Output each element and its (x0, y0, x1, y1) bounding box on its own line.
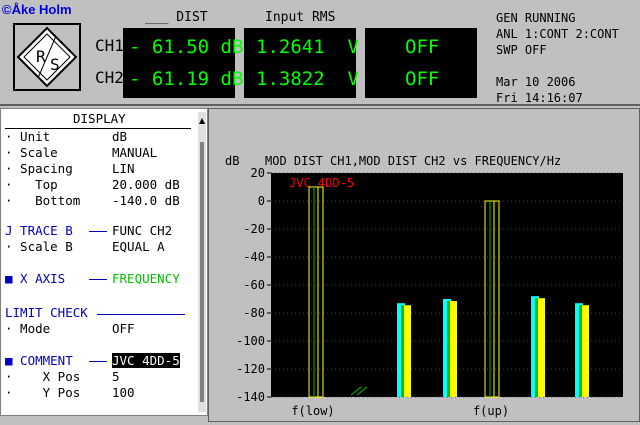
status-line: SWP OFF (496, 43, 547, 57)
y-tick-label: -40 (243, 250, 265, 264)
chart-annotation: JVC 4DD-5 (289, 176, 354, 190)
display-row-value[interactable]: 5 (112, 369, 120, 384)
bar-ch2-shade (401, 305, 404, 397)
display-row[interactable]: ■ X AXIS (5, 271, 65, 286)
y-tick-label: 20 (251, 166, 265, 180)
dist-header: ___ DIST (145, 10, 208, 25)
header-bar: ©Åke Holm R S ___ DIST Input RMS CH1 CH2… (0, 0, 640, 106)
ch2-rms-value: 1.3822 V (256, 68, 359, 90)
display-row[interactable]: · Spacing (5, 161, 73, 176)
display-row-value[interactable]: FREQUENCY (112, 271, 180, 286)
ch2-aux-value: OFF (405, 68, 440, 90)
status-line: ANL 1:CONT 2:CONT (496, 27, 619, 41)
display-row[interactable]: · Y Pos (5, 385, 80, 400)
display-row-value[interactable]: JVC 4DD-5 (112, 353, 180, 368)
y-tick-label: 0 (258, 194, 265, 208)
ch1-rms-value: 1.2641 V (256, 36, 359, 58)
rms-header: Input RMS (265, 10, 336, 25)
ch1-aux-value: OFF (405, 36, 440, 58)
bar-ch2 (449, 301, 457, 397)
display-panel-title: DISPLAY (73, 111, 126, 126)
status-line: GEN RUNNING (496, 11, 576, 25)
bar-ch2-shade (579, 305, 582, 397)
y-axis-label: dB (225, 154, 239, 168)
y-tick-label: -120 (236, 362, 265, 376)
x-tick-label: f(low) (291, 404, 334, 418)
display-panel-scrollbar[interactable] (198, 112, 206, 412)
row-connector-line (89, 279, 107, 280)
bar-ch2-shade (447, 301, 450, 397)
display-row-value[interactable]: 20.000 dB (112, 177, 180, 192)
bar-ch2 (537, 298, 545, 397)
svg-text:S: S (50, 55, 60, 74)
y-tick-label: -100 (236, 334, 265, 348)
rs-logo-icon: R S (13, 23, 81, 91)
bar-ch2-shade (535, 298, 538, 397)
row-connector-line (89, 231, 107, 232)
display-panel: DISPLAY · Unit dB · Scale MANUAL · Spacing LI… (0, 108, 208, 416)
display-row[interactable]: · Bottom (5, 193, 80, 208)
ch1-label: CH1 (95, 36, 124, 55)
display-row-value[interactable]: FUNC CH2 (112, 223, 172, 238)
ch2-label: CH2 (95, 68, 124, 87)
display-row[interactable]: · Unit (5, 129, 50, 144)
y-tick-label: -20 (243, 222, 265, 236)
status-block: GEN RUNNING ANL 1:CONT 2:CONT SWP OFF Mar … (496, 10, 619, 106)
chart-title: MOD DIST CH1,MOD DIST CH2 vs FREQUENCY/H… (265, 154, 561, 168)
display-row-value[interactable]: LIN (112, 161, 135, 176)
display-row[interactable]: · X Pos (5, 369, 80, 384)
display-row-value[interactable]: MANUAL (112, 145, 157, 160)
copyright-text: ©Åke Holm (2, 2, 72, 17)
row-connector-line (89, 361, 107, 362)
ch1-dist-value: - 61.50 dB (129, 36, 244, 58)
display-row[interactable]: LIMIT CHECK (5, 305, 88, 320)
section-divider (97, 314, 185, 315)
display-row-value[interactable]: dB (112, 129, 127, 144)
bar-chart: MOD DIST CH1,MOD DIST CH2 vs FREQUENCY/H… (225, 154, 623, 418)
display-row-value[interactable]: 100 (112, 385, 135, 400)
display-row[interactable]: · Top (5, 177, 58, 192)
bar-ch2 (403, 305, 411, 397)
status-line (496, 58, 619, 74)
y-tick-label: -140 (236, 390, 265, 404)
aux-readout: OFF OFF (365, 28, 477, 98)
display-row[interactable]: · Mode (5, 321, 50, 336)
chart-area: MOD DIST CH1,MOD DIST CH2 vs FREQUENCY/H… (208, 108, 640, 422)
status-line: Fri 14:16:07 (496, 91, 583, 105)
x-tick-label: f(up) (473, 404, 509, 418)
display-row-value[interactable]: OFF (112, 321, 135, 336)
status-line: Mar 10 2006 (496, 75, 576, 89)
bar-ch2 (581, 305, 589, 397)
display-row-value[interactable]: EQUAL A (112, 239, 165, 254)
display-row[interactable]: · Scale (5, 145, 58, 160)
dist-readout: - 61.50 dB - 61.19 dB (123, 28, 243, 98)
display-row[interactable]: J TRACE B (5, 223, 73, 238)
rms-readout: 1.2641 V 1.3822 V (244, 28, 359, 98)
display-row[interactable]: ■ COMMENT (5, 353, 73, 368)
ch2-dist-value: - 61.19 dB (129, 68, 244, 90)
display-row-value[interactable]: -140.0 dB (112, 193, 180, 208)
y-tick-label: -60 (243, 278, 265, 292)
display-row[interactable]: · Scale B (5, 239, 73, 254)
y-tick-label: -80 (243, 306, 265, 320)
